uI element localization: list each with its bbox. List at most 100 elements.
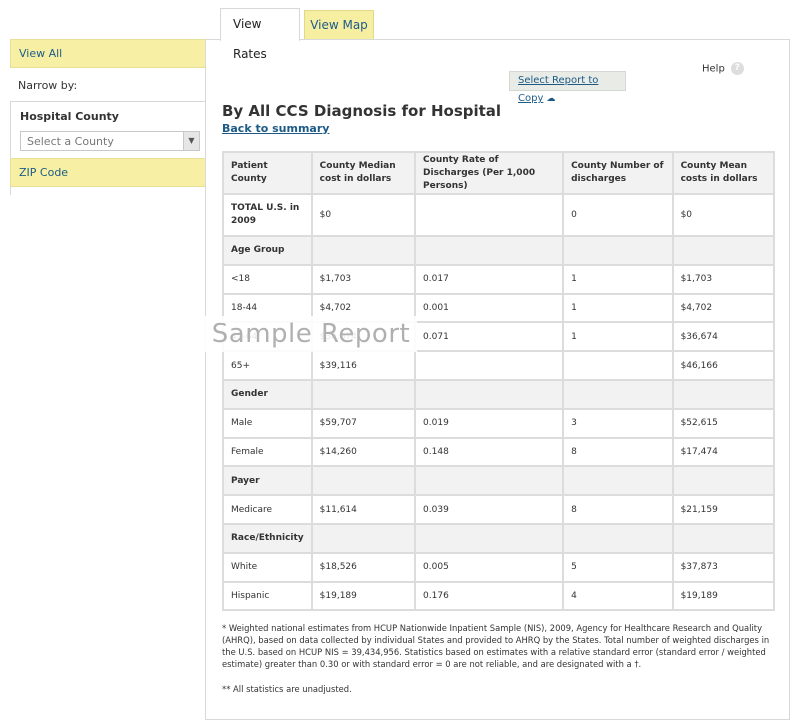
table-cell: $0 bbox=[671, 193, 776, 237]
zip-code-button[interactable]: ZIP Code bbox=[10, 158, 206, 187]
select-report-to-copy-button[interactable]: Select Report to Copy ☁ bbox=[509, 71, 626, 104]
column-header: County Median cost in dollars bbox=[310, 151, 417, 195]
cloud-upload-icon: ☁ bbox=[546, 94, 556, 104]
footnote-weighted-estimates: * Weighted national estimates from HCUP … bbox=[222, 623, 770, 669]
table-row: Hispanic $19,189 0.176 4 $19,189 bbox=[222, 580, 776, 612]
county-select[interactable]: Select a County ▼ bbox=[20, 131, 200, 151]
table-cell bbox=[414, 350, 565, 381]
table-cell bbox=[562, 378, 674, 410]
table-cell: $21,159 bbox=[671, 494, 776, 525]
table-cell: $1,703 bbox=[671, 263, 776, 295]
row-label-cell: Medicare bbox=[222, 494, 313, 525]
page-title: By All CCS Diagnosis for Hospital bbox=[222, 102, 502, 120]
table-cell: 0.148 bbox=[414, 436, 565, 468]
chevron-down-icon[interactable]: ▼ bbox=[183, 132, 199, 150]
table-cell: 1 bbox=[562, 292, 674, 324]
county-select-placeholder: Select a County bbox=[27, 135, 114, 148]
row-label-cell: Gender bbox=[222, 378, 313, 410]
help-link[interactable]: Help? bbox=[702, 62, 744, 75]
table-row: Female $14,260 0.148 8 $17,474 bbox=[222, 436, 776, 468]
table-cell: 3 bbox=[562, 407, 674, 439]
table-cell bbox=[310, 522, 417, 554]
table-cell: 0.001 bbox=[414, 292, 565, 324]
table-cell bbox=[310, 465, 417, 497]
row-label-cell: <18 bbox=[222, 263, 313, 295]
table-cell: 0.005 bbox=[414, 551, 565, 583]
table-cell: 0.019 bbox=[414, 407, 565, 439]
table-row: Medicare $11,614 0.039 8 $21,159 bbox=[222, 494, 776, 525]
table-cell: $59,707 bbox=[310, 407, 417, 439]
row-label-cell: 65+ bbox=[222, 350, 313, 381]
table-body: TOTAL U.S. in 2009 $0 0 $0 Age Group <18 $1,70… bbox=[222, 193, 776, 612]
table-cell: $18,526 bbox=[310, 551, 417, 583]
table-row: <18 $1,703 0.017 1 $1,703 bbox=[222, 263, 776, 295]
row-label-cell: Payer bbox=[222, 465, 313, 497]
table-cell: $37,873 bbox=[671, 551, 776, 583]
group-header-row: Age Group bbox=[222, 235, 776, 266]
table-cell: 0.017 bbox=[414, 263, 565, 295]
row-label-cell: Male bbox=[222, 407, 313, 439]
footnote-unadjusted: ** All statistics are unadjusted. bbox=[222, 684, 352, 694]
table-cell bbox=[562, 522, 674, 554]
table-cell: $0 bbox=[310, 193, 417, 237]
table-header-row: Patient County County Median cost in doll… bbox=[222, 151, 776, 195]
row-label-cell: Race/Ethnicity bbox=[222, 522, 313, 554]
table-cell: 1 bbox=[562, 263, 674, 295]
hospital-county-label: Hospital County bbox=[20, 110, 119, 123]
table-row: Male $59,707 0.019 3 $52,615 bbox=[222, 407, 776, 439]
table-cell bbox=[414, 193, 565, 237]
table-cell bbox=[671, 378, 776, 410]
table-cell bbox=[414, 378, 565, 410]
sample-report-watermark: Sample Report bbox=[205, 316, 417, 352]
row-label-cell: Female bbox=[222, 436, 313, 468]
column-header: County Mean costs in dollars bbox=[671, 151, 776, 195]
group-header-row: Race/Ethnicity bbox=[222, 522, 776, 554]
table-row: 65+ $39,116 $46,166 bbox=[222, 350, 776, 381]
table-cell bbox=[671, 235, 776, 266]
table-cell bbox=[671, 465, 776, 497]
group-header-row: Payer bbox=[222, 465, 776, 497]
copy-button-label: Select Report to Copy bbox=[518, 75, 599, 104]
row-label-cell: Hispanic bbox=[222, 580, 313, 612]
table-cell: $39,116 bbox=[310, 350, 417, 381]
table-cell bbox=[562, 465, 674, 497]
table-cell bbox=[562, 350, 674, 381]
tab-view-rates[interactable]: View Rates bbox=[220, 8, 300, 61]
total-row: TOTAL U.S. in 2009 $0 0 $0 bbox=[222, 193, 776, 237]
table-cell: $52,615 bbox=[671, 407, 776, 439]
row-label-cell: White bbox=[222, 551, 313, 583]
table-cell bbox=[671, 522, 776, 554]
column-header: County Number of discharges bbox=[562, 151, 674, 195]
table-cell: $1,703 bbox=[310, 263, 417, 295]
table-cell: $19,189 bbox=[310, 580, 417, 612]
group-header-row: Gender bbox=[222, 378, 776, 410]
table-cell: 0 bbox=[562, 193, 674, 237]
table-cell: 5 bbox=[562, 551, 674, 583]
table-row: White $18,526 0.005 5 $37,873 bbox=[222, 551, 776, 583]
table-cell: 1 bbox=[562, 321, 674, 353]
report-panel: Help? Select Report to Copy ☁ By All CCS … bbox=[205, 39, 790, 720]
table-cell bbox=[562, 235, 674, 266]
help-label: Help bbox=[702, 63, 725, 75]
table-cell bbox=[310, 378, 417, 410]
table-cell bbox=[414, 235, 565, 266]
table-cell: 0.039 bbox=[414, 494, 565, 525]
view-all-button[interactable]: View All bbox=[10, 39, 206, 68]
row-label-cell: TOTAL U.S. in 2009 bbox=[222, 193, 313, 237]
report-table: Patient County County Median cost in doll… bbox=[222, 151, 776, 612]
table-cell: $4,702 bbox=[671, 292, 776, 324]
table-cell: $14,260 bbox=[310, 436, 417, 468]
question-icon[interactable]: ? bbox=[730, 62, 744, 75]
tab-view-map[interactable]: View Map bbox=[304, 10, 374, 40]
row-label-cell: Age Group bbox=[222, 235, 313, 266]
column-header: County Rate of Discharges (Per 1,000 Per… bbox=[414, 151, 565, 195]
table-cell: 8 bbox=[562, 494, 674, 525]
table-cell bbox=[414, 522, 565, 554]
table-cell: $19,189 bbox=[671, 580, 776, 612]
table-cell: 8 bbox=[562, 436, 674, 468]
narrow-by-label: Narrow by: bbox=[18, 79, 78, 92]
table-cell bbox=[310, 235, 417, 266]
back-to-summary-link[interactable]: Back to summary bbox=[222, 122, 329, 135]
table-cell: 0.176 bbox=[414, 580, 565, 612]
table-cell bbox=[414, 465, 565, 497]
